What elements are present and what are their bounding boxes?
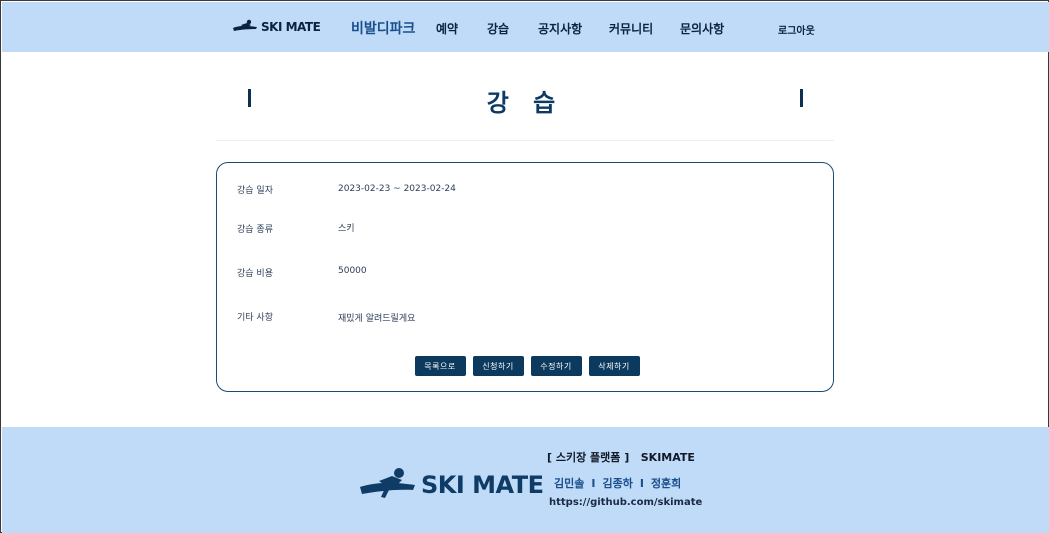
footer-logo: SKI MATE — [359, 467, 544, 503]
cost-label: 강습 비용 — [237, 269, 273, 279]
github-link[interactable]: https://github.com/skimate — [549, 497, 702, 508]
page-title: 강 습 — [486, 89, 564, 117]
nav-brand-vivaldi[interactable]: 비발디파크 — [351, 18, 415, 38]
team-members: 김민솔 I 김종하 I 정훈희 — [554, 475, 681, 491]
header-bar: SKI MATE 비발디파크 예약 강습 공지사항 커뮤니티 문의사항 로그아웃 — [2, 2, 1049, 52]
nav-reserve[interactable]: 예약 — [436, 20, 458, 37]
logout-link[interactable]: 로그아웃 — [778, 22, 815, 37]
title-divider — [216, 140, 834, 141]
member-separator: I — [639, 477, 644, 490]
header-logo-text: SKI MATE — [261, 20, 321, 34]
date-value: 2023-02-23 ~ 2023-02-24 — [338, 184, 456, 194]
note-value: 재밌게 알려드릴게요 — [338, 314, 416, 324]
nav-community[interactable]: 커뮤니티 — [609, 20, 653, 37]
member-name: 김종하 — [602, 477, 633, 490]
cost-value: 50000 — [338, 266, 367, 276]
note-label: 기타 사항 — [237, 313, 273, 323]
action-buttons: 목록으로 신청하기 수정하기 삭제하기 — [217, 356, 835, 376]
back-to-list-button[interactable]: 목록으로 — [414, 356, 466, 376]
page-title-bar: 강 습 — [216, 81, 834, 121]
member-separator: I — [591, 477, 596, 490]
footer: SKI MATE [ 스키장 플랫폼 ] SKIMATE 김민솔 I 김종하 I 정훈희… — [2, 427, 1049, 533]
type-label: 강습 종류 — [237, 225, 273, 235]
platform-label: [ 스키장 플랫폼 ] SKIMATE — [547, 451, 695, 464]
apply-button[interactable]: 신청하기 — [472, 356, 524, 376]
nav-inquiry[interactable]: 문의사항 — [680, 20, 724, 37]
type-value: 스키 — [338, 224, 355, 234]
header-logo[interactable]: SKI MATE — [232, 19, 321, 35]
nav-notice[interactable]: 공지사항 — [538, 20, 582, 37]
snowboarder-icon — [233, 19, 257, 31]
footer-logo-text: SKI MATE — [421, 471, 544, 499]
member-name: 김민솔 — [554, 477, 585, 490]
edit-button[interactable]: 수정하기 — [530, 356, 582, 376]
snowboarder-icon — [360, 468, 415, 498]
delete-button[interactable]: 삭제하기 — [588, 356, 640, 376]
lesson-detail-card: 강습 일자 2023-02-23 ~ 2023-02-24 강습 종류 스키 강… — [216, 162, 834, 392]
title-right-bar — [800, 89, 803, 107]
date-label: 강습 일자 — [237, 186, 273, 196]
app-frame: SKI MATE 비발디파크 예약 강습 공지사항 커뮤니티 문의사항 로그아웃… — [0, 0, 1049, 533]
member-name: 정훈희 — [650, 477, 682, 490]
nav-lesson[interactable]: 강습 — [487, 20, 509, 37]
